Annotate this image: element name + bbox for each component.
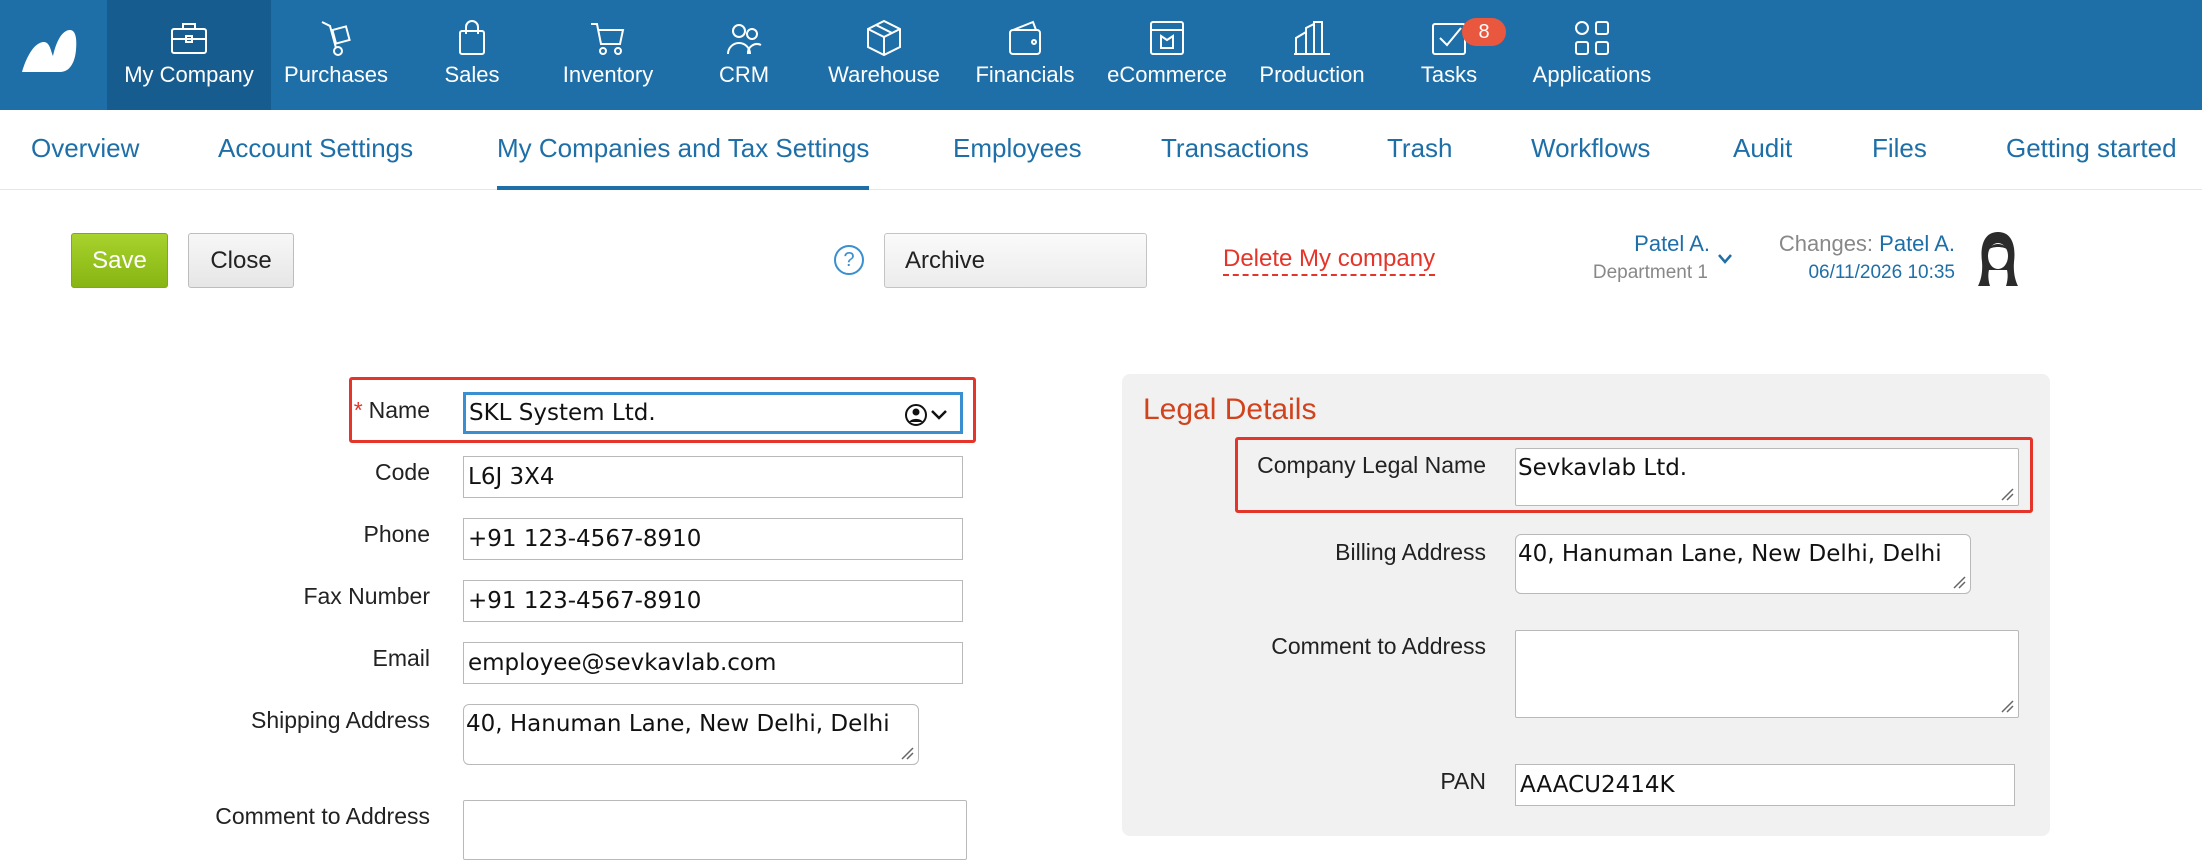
tab-getting-started[interactable]: Getting started	[2006, 110, 2177, 190]
people-icon	[724, 18, 764, 58]
apps-grid-icon	[1572, 18, 1612, 58]
code-input[interactable]: L6J 3X4	[463, 456, 963, 498]
close-button[interactable]: Close	[188, 233, 294, 288]
module-purchases[interactable]: Purchases	[271, 0, 401, 110]
company-legal-name-label: Company Legal Name	[1257, 452, 1486, 478]
module-production[interactable]: Production	[1246, 0, 1378, 110]
module-label: Production	[1259, 62, 1365, 87]
owner-name[interactable]: Patel A.	[1620, 231, 1710, 257]
storefront-icon	[1147, 18, 1187, 58]
billing-address-label: Billing Address	[1335, 539, 1486, 565]
module-label: Applications	[1532, 62, 1652, 87]
pan-input[interactable]: AAACU2414K	[1515, 764, 2015, 806]
resize-handle-icon[interactable]	[1952, 575, 1966, 589]
module-sales[interactable]: Sales	[411, 0, 533, 110]
tab-my-companies-and-tax-settings[interactable]: My Companies and Tax Settings	[497, 110, 870, 190]
top-navigation-bar: My Company Purchases Sales Inventory CRM…	[0, 0, 2202, 110]
shipping-address-value: 40, Hanuman Lane, New Delhi, Delhi	[466, 711, 890, 737]
briefcase-icon	[169, 18, 209, 58]
factory-icon	[1292, 18, 1332, 58]
module-inventory[interactable]: Inventory	[546, 0, 670, 110]
email-input[interactable]: employee@sevkavlab.com	[463, 642, 963, 684]
shipping-address-label: Shipping Address	[250, 707, 430, 733]
module-label: Tasks	[1420, 62, 1478, 87]
changes-label: Changes:	[1778, 231, 1880, 256]
user-circle-icon	[905, 404, 927, 426]
code-label: Code	[375, 459, 430, 485]
module-label: CRM	[718, 62, 770, 87]
save-button[interactable]: Save	[71, 233, 168, 288]
name-label-text: Name	[368, 397, 430, 423]
module-ecommerce[interactable]: eCommerce	[1100, 0, 1234, 110]
tab-trash[interactable]: Trash	[1387, 110, 1453, 190]
phone-input[interactable]: +91 123-4567-8910	[463, 518, 963, 560]
tab-transactions[interactable]: Transactions	[1161, 110, 1309, 190]
module-applications[interactable]: Applications	[1522, 0, 1662, 110]
comment-to-address-textarea[interactable]	[463, 800, 967, 860]
resize-handle-icon[interactable]	[900, 746, 914, 760]
module-label: Purchases	[284, 62, 388, 87]
box-icon	[864, 18, 904, 58]
wallet-icon	[1005, 18, 1045, 58]
legal-details-title: Legal Details	[1143, 393, 1317, 426]
tab-workflows[interactable]: Workflows	[1531, 110, 1650, 190]
tab-audit[interactable]: Audit	[1733, 110, 1792, 190]
name-input[interactable]: SKL System Ltd.	[463, 392, 963, 434]
company-legal-name-textarea[interactable]: Sevkavlab Ltd.	[1515, 448, 2019, 506]
sub-navigation-tabs: Overview Account Settings My Companies a…	[0, 110, 2202, 190]
pan-label: PAN	[1440, 768, 1486, 794]
module-crm[interactable]: CRM	[686, 0, 802, 110]
delete-company-link[interactable]: Delete My company	[1223, 244, 1436, 276]
avatar[interactable]	[1976, 228, 2020, 288]
legal-comment-to-address-label: Comment to Address	[1271, 633, 1486, 659]
resize-handle-icon[interactable]	[2000, 699, 2014, 713]
legal-comment-to-address-textarea[interactable]	[1515, 630, 2019, 718]
comment-to-address-label: Comment to Address	[215, 803, 430, 829]
tab-account-settings[interactable]: Account Settings	[218, 110, 413, 190]
help-icon[interactable]: ?	[834, 245, 864, 275]
changes-info: Changes: Patel A.	[1760, 231, 1955, 257]
app-logo[interactable]	[20, 28, 78, 74]
module-warehouse[interactable]: Warehouse	[816, 0, 952, 110]
shopping-bag-icon	[452, 18, 492, 58]
module-label: Warehouse	[828, 62, 940, 87]
tab-employees[interactable]: Employees	[953, 110, 1082, 190]
fax-input[interactable]: +91 123-4567-8910	[463, 580, 963, 622]
shipping-address-textarea[interactable]: 40, Hanuman Lane, New Delhi, Delhi	[463, 704, 919, 765]
chevron-down-icon[interactable]	[1718, 254, 1732, 264]
module-label: My Company	[124, 62, 254, 87]
module-my-company[interactable]: My Company	[107, 0, 271, 110]
archive-select[interactable]: Archive	[884, 233, 1147, 288]
name-label: * Name	[0, 397, 430, 424]
required-mark: *	[353, 397, 363, 423]
cart-icon	[588, 18, 628, 58]
module-label: Financials	[975, 62, 1075, 87]
tab-overview[interactable]: Overview	[31, 110, 139, 190]
changes-author[interactable]: Patel A.	[1879, 231, 1955, 256]
module-label: Inventory	[562, 62, 654, 87]
changes-date: 06/11/2026 10:35	[1808, 262, 1955, 283]
billing-address-textarea[interactable]: 40, Hanuman Lane, New Delhi, Delhi	[1515, 534, 1971, 594]
name-suffix-controls[interactable]	[904, 403, 952, 427]
fax-label: Fax Number	[303, 583, 430, 609]
company-legal-name-value: Sevkavlab Ltd.	[1518, 455, 1688, 481]
name-input-value: SKL System Ltd.	[469, 400, 656, 426]
hand-truck-icon	[316, 18, 356, 58]
owner-department: Department 1	[1592, 262, 1708, 283]
module-tasks[interactable]: 8 Tasks	[1390, 0, 1508, 110]
phone-label: Phone	[363, 521, 430, 547]
resize-handle-icon[interactable]	[2000, 487, 2014, 501]
email-label: Email	[372, 645, 430, 671]
module-financials[interactable]: Financials	[960, 0, 1090, 110]
chevron-down-icon	[931, 410, 947, 420]
module-label: Sales	[444, 62, 500, 87]
tab-files[interactable]: Files	[1872, 110, 1927, 190]
billing-address-value: 40, Hanuman Lane, New Delhi, Delhi	[1518, 541, 1942, 567]
tasks-count-badge: 8	[1462, 18, 1506, 46]
module-label: eCommerce	[1107, 62, 1227, 87]
